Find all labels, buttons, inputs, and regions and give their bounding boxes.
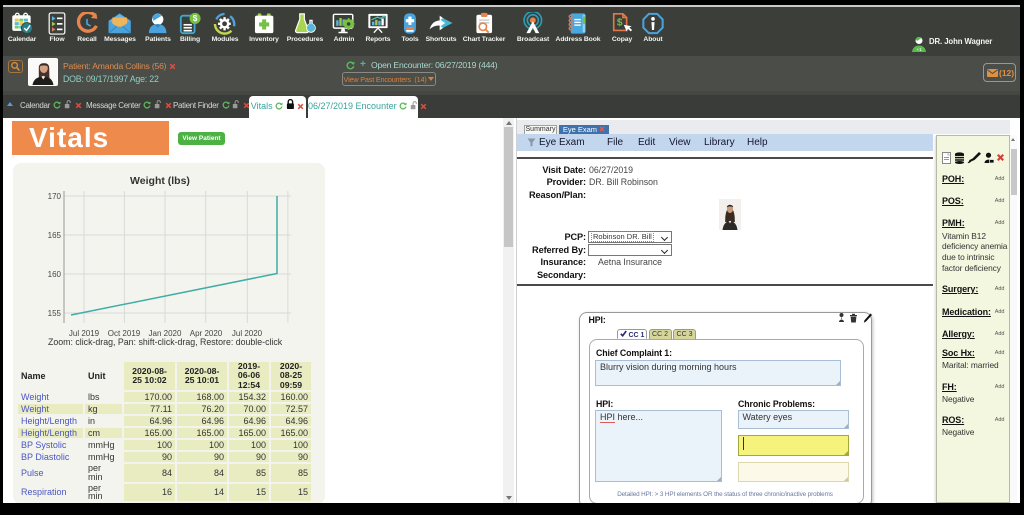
svg-text:165: 165	[48, 231, 62, 240]
svg-text:$: $	[193, 14, 198, 23]
svg-text:+1: +1	[917, 47, 923, 52]
svg-text:155: 155	[48, 309, 62, 318]
svg-text:160: 160	[48, 270, 62, 279]
svg-text:170: 170	[48, 192, 62, 201]
svg-text:$: $	[617, 17, 623, 28]
svg-text:Weight (lbs): Weight (lbs)	[130, 175, 190, 187]
